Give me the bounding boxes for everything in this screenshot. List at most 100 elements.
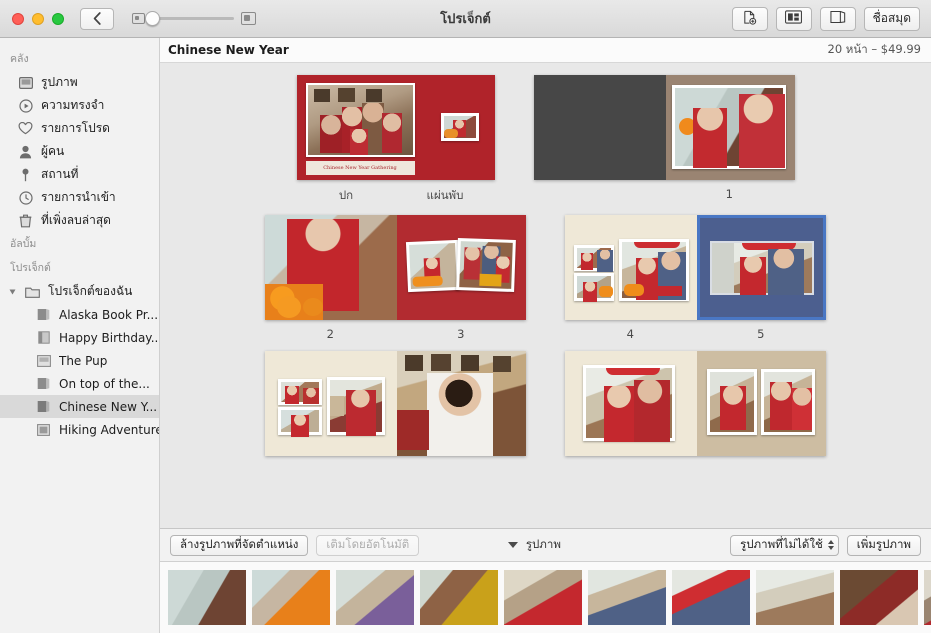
sidebar-label: ผู้คน [41, 142, 64, 161]
minimize-button[interactable] [32, 13, 44, 25]
filmstrip-thumb[interactable] [756, 570, 834, 625]
cover-title-text: Chinese New Year Gathering [323, 165, 397, 171]
memories-icon [18, 98, 33, 113]
back-button[interactable] [80, 8, 114, 30]
spread-canvas[interactable]: Chinese New Year Gathering [160, 63, 931, 528]
filmstrip-thumb[interactable] [420, 570, 498, 625]
sidebar-label: Chinese New Y... [59, 400, 157, 414]
folder-icon [25, 284, 40, 299]
spread-1-caption: 1 [534, 187, 795, 201]
photos-disclosure-label: รูปภาพ [526, 536, 561, 554]
sidebar-item-the-pup[interactable]: The Pup [0, 349, 159, 372]
layout-button[interactable] [776, 7, 812, 31]
filmstrip-thumb[interactable] [588, 570, 666, 625]
sidebar-item-on-top-of-the[interactable]: On top of the... [0, 372, 159, 395]
bottom-toolbar: ล้างรูปภาพที่จัดตำแหน่ง เติมโดยอัตโนมัติ… [160, 528, 931, 561]
sidebar-header-projects: โปรเจ็กต์ [0, 256, 159, 280]
sidebar-label: Alaska Book Pr... [59, 308, 158, 322]
titlebar: โปรเจ็กต์ [0, 0, 931, 38]
page-3[interactable] [397, 215, 526, 320]
filmstrip-thumb[interactable] [504, 570, 582, 625]
project-header: Chinese New Year 20 หน้า – $49.99 [160, 38, 931, 63]
caption-left: ปก [297, 187, 396, 205]
sidebar-label: รายการโปรด [41, 119, 110, 138]
spread-row-2: 2 3 [160, 215, 931, 341]
caption-left [534, 187, 665, 201]
sidebar-label: The Pup [59, 354, 107, 368]
sidebar-item-hiking-adventure[interactable]: Hiking Adventure [0, 418, 159, 441]
filmstrip-thumb[interactable] [252, 570, 330, 625]
page-7[interactable] [397, 351, 526, 456]
card-icon [36, 330, 51, 345]
spread-6-7[interactable] [265, 351, 526, 463]
book-icon [36, 399, 51, 414]
page-layout-icon [785, 10, 802, 27]
book-view-button[interactable] [820, 7, 856, 31]
page-5[interactable] [697, 215, 826, 320]
disclosure-triangle-icon[interactable] [10, 289, 16, 294]
spread-row-1: Chinese New Year Gathering [160, 75, 931, 205]
project-meta: 20 หน้า – $49.99 [828, 41, 922, 59]
sidebar-item-photos[interactable]: รูปภาพ [0, 71, 159, 94]
spread-1[interactable]: 1 [534, 75, 795, 205]
caption-right: 5 [696, 327, 827, 341]
cover-spread[interactable]: Chinese New Year Gathering [297, 75, 495, 205]
stepper-icon[interactable] [828, 540, 834, 550]
chevron-down-icon[interactable] [508, 542, 518, 548]
sidebar-item-imports[interactable]: รายการนำเข้า [0, 186, 159, 209]
sidebar-label: Hiking Adventure [59, 423, 159, 437]
page-1[interactable] [666, 75, 795, 180]
photos-disclosure-group[interactable]: รูปภาพ [508, 536, 561, 554]
sidebar-label: รายการนำเข้า [41, 188, 116, 207]
filmstrip-thumb[interactable] [924, 570, 931, 625]
clear-placed-photos-button[interactable]: ล้างรูปภาพที่จัดตำแหน่ง [170, 535, 308, 556]
pin-icon [18, 167, 33, 182]
caption-left: 2 [265, 327, 396, 341]
spread-4-5-caption: 4 5 [565, 327, 826, 341]
sidebar-item-happy-birthday[interactable]: Happy Birthday... [0, 326, 159, 349]
sidebar: คลัง รูปภาพ ความทรงจำ [0, 38, 160, 633]
caption-right: 1 [664, 187, 795, 201]
sidebar-label: ความทรงจำ [41, 96, 104, 115]
page-2[interactable] [265, 215, 397, 320]
photo-filter-popup[interactable]: รูปภาพที่ไม่ได้ใช้ [730, 535, 839, 556]
spread-8-9[interactable] [565, 351, 826, 463]
close-button[interactable] [12, 13, 24, 25]
slider-track[interactable] [152, 17, 234, 20]
page-8[interactable] [565, 351, 697, 456]
sidebar-item-memories[interactable]: ความทรงจำ [0, 94, 159, 117]
filmstrip-thumb[interactable] [168, 570, 246, 625]
filmstrip-thumb[interactable] [672, 570, 750, 625]
photo-filmstrip[interactable] [160, 561, 931, 633]
page-9[interactable] [697, 351, 826, 456]
filmstrip-thumb[interactable] [336, 570, 414, 625]
add-photos-button[interactable]: เพิ่มรูปภาพ [847, 535, 921, 556]
slider-knob[interactable] [145, 11, 160, 26]
cover-caption: ปก แผ่นพับ [297, 187, 495, 205]
sidebar-item-recently-deleted[interactable]: ที่เพิ่งลบล่าสุด [0, 209, 159, 232]
spread-2-3[interactable]: 2 3 [265, 215, 526, 341]
zoom-button[interactable] [52, 13, 64, 25]
spread-2-3-caption: 2 3 [265, 327, 526, 341]
slideshow-icon [36, 353, 51, 368]
filmstrip-thumb[interactable] [840, 570, 918, 625]
sidebar-item-chinese-new-year[interactable]: Chinese New Y... [0, 395, 159, 418]
sidebar-item-my-projects[interactable]: โปรเจ็กต์ของฉัน [0, 280, 159, 303]
page-6[interactable] [265, 351, 397, 456]
add-page-icon [742, 10, 757, 28]
sidebar-item-alaska-book[interactable]: Alaska Book Pr... [0, 303, 159, 326]
thumbnail-size-slider[interactable] [132, 12, 256, 25]
book-title-button[interactable]: ชื่อสมุด [864, 7, 920, 31]
bottom-toolbar-right: รูปภาพที่ไม่ได้ใช้ เพิ่มรูปภาพ [730, 535, 921, 556]
add-page-button[interactable] [732, 7, 768, 31]
sidebar-item-favorites[interactable]: รายการโปรด [0, 117, 159, 140]
main-area: Chinese New Year 20 หน้า – $49.99 [160, 38, 931, 633]
sidebar-item-people[interactable]: ผู้คน [0, 140, 159, 163]
page-4[interactable] [565, 215, 697, 320]
flap-page[interactable] [424, 75, 495, 180]
sidebar-item-places[interactable]: สถานที่ [0, 163, 159, 186]
spread-4-5[interactable]: 4 5 [565, 215, 826, 341]
page-blank-left[interactable] [534, 75, 666, 180]
cover-page[interactable]: Chinese New Year Gathering [297, 75, 424, 180]
autofill-button[interactable]: เติมโดยอัตโนมัติ [316, 535, 419, 556]
